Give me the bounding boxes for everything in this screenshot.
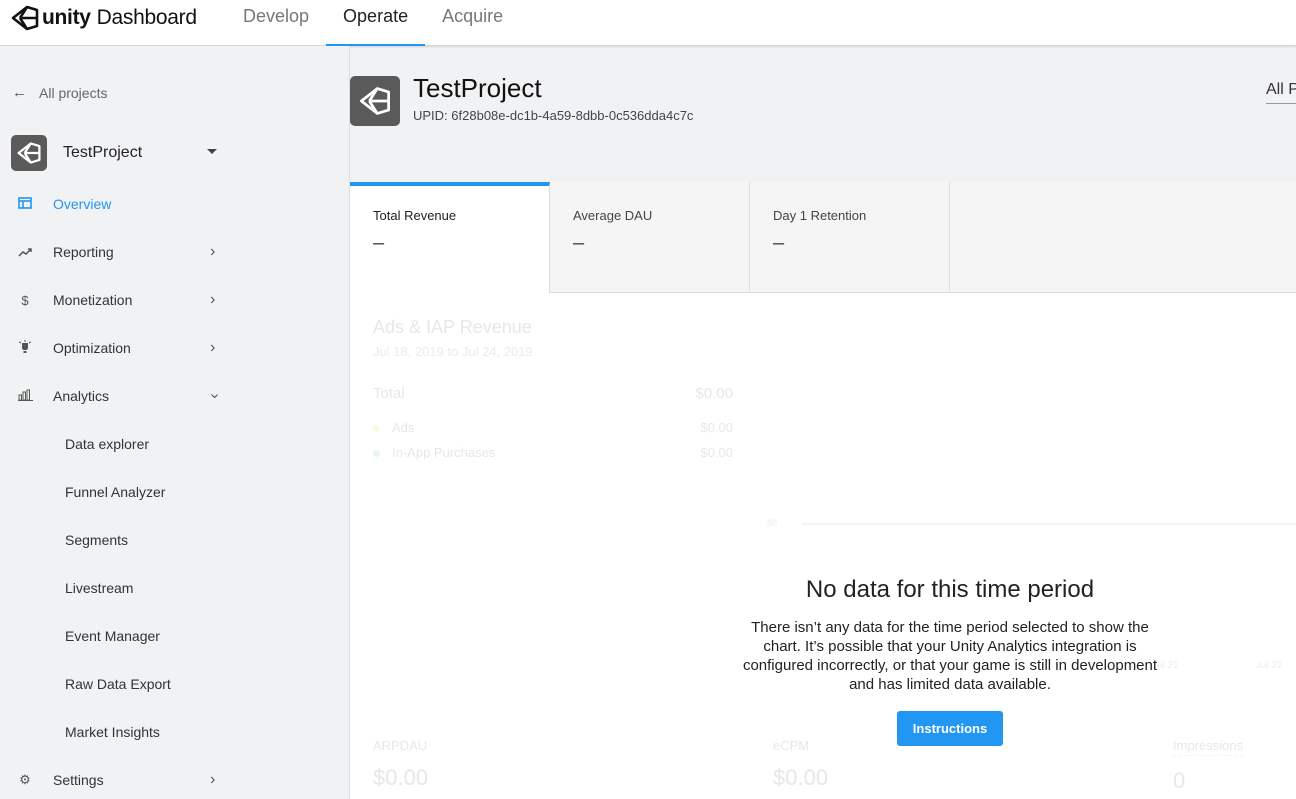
unity-cube-icon — [360, 87, 390, 115]
all-projects-link[interactable]: ← All projects — [12, 84, 107, 101]
sidebar-subitem-raw-data-export[interactable]: Raw Data Export — [0, 660, 240, 708]
legend-dot — [373, 450, 380, 457]
chart-zero-line — [802, 523, 1296, 525]
sidebar-item-label: Overview — [53, 196, 112, 212]
sidebar-subitem-segments[interactable]: Segments — [0, 516, 240, 564]
product-name: Dashboard — [96, 6, 197, 29]
chevron-right-icon: › — [210, 771, 216, 788]
revenue-row-iap: In-App Purchases $0.00 — [373, 445, 733, 460]
revenue-total-value: $0.00 — [695, 385, 733, 402]
main-content: TestProject UPID: 6f28b08e-dc1b-4a59-8db… — [350, 46, 1296, 799]
trending-up-icon — [17, 245, 33, 260]
sidebar-nav: Overview Reporting › $ Monetization › Op… — [0, 180, 240, 799]
metric-label: Impressions — [1173, 738, 1244, 756]
sidebar-item-label: Settings — [53, 772, 104, 788]
sidebar-item-label: Reporting — [53, 244, 114, 260]
tab-operate[interactable]: Operate — [326, 0, 426, 46]
revenue-row-ads: Ads $0.00 — [373, 420, 733, 435]
revenue-total-row: Total $0.00 — [373, 385, 733, 402]
metric-value: $0.00 — [373, 765, 429, 790]
sidebar-subitem-market-insights[interactable]: Market Insights — [0, 708, 240, 756]
project-upid: UPID: 6f28b08e-dc1b-4a59-8dbb-0c536dda4c… — [413, 108, 694, 123]
chevron-right-icon: › — [210, 339, 216, 356]
project-selector[interactable]: TestProject — [11, 134, 223, 172]
sidebar-subitem-funnel-analyzer[interactable]: Funnel Analyzer — [0, 468, 240, 516]
chevron-right-icon: › — [210, 291, 216, 308]
sidebar-item-label: Analytics — [53, 388, 110, 404]
unity-cube-icon — [17, 142, 41, 164]
unity-logo[interactable]: unity Dashboard — [10, 3, 197, 33]
sidebar-subitem-livestream[interactable]: Livestream — [0, 564, 240, 612]
sidebar-item-monetization[interactable]: $ Monetization › — [0, 276, 240, 324]
metric-impressions: Impressions 0 — [1173, 738, 1244, 794]
empty-state-message: There isn’t any data for the time period… — [742, 619, 1158, 693]
dollar-icon: $ — [21, 292, 29, 308]
gear-icon: ⚙ — [19, 772, 31, 787]
top-bar: unity Dashboard Develop Operate Acquire — [0, 0, 1296, 46]
instructions-button[interactable]: Instructions — [896, 711, 1004, 746]
sidebar-item-settings[interactable]: ⚙ Settings › — [0, 756, 240, 799]
empty-state: No data for this time period There isn’t… — [740, 576, 1160, 746]
kpi-label: Day 1 Retention — [773, 208, 867, 223]
chart-axis-label: $0 — [767, 518, 778, 528]
sidebar-item-analytics[interactable]: Analytics › — [0, 372, 240, 420]
chevron-down-icon: › — [206, 393, 224, 399]
kpi-value: – — [573, 232, 585, 254]
page-title: TestProject — [413, 73, 542, 103]
kpi-label: Average DAU — [573, 208, 653, 223]
sidebar-item-label: Monetization — [53, 292, 133, 308]
kpi-tabs: Total Revenue – Average DAU – Day 1 Rete… — [350, 182, 1296, 294]
sidebar-item-optimization[interactable]: Optimization › — [0, 324, 240, 372]
kpi-tab-average-dau[interactable]: Average DAU – — [550, 182, 750, 293]
project-icon — [11, 135, 47, 171]
project-header-icon — [350, 76, 400, 126]
caret-down-icon — [207, 149, 217, 154]
revenue-row-value: $0.00 — [700, 420, 733, 435]
revenue-row-label: Ads — [392, 420, 415, 435]
empty-state-title: No data for this time period — [805, 576, 1095, 603]
platform-filter-dropdown[interactable]: All P — [1266, 81, 1296, 104]
tab-acquire[interactable]: Acquire — [425, 0, 520, 46]
kpi-tab-day1-retention[interactable]: Day 1 Retention – — [750, 182, 950, 293]
revenue-panel: Ads & IAP Revenue Jul 18, 2019 to Jul 24… — [350, 293, 1296, 799]
revenue-date-range: Jul 18, 2019 to Jul 24, 2019 — [373, 344, 533, 359]
sidebar-item-reporting[interactable]: Reporting › — [0, 228, 240, 276]
metric-label: ARPDAU — [373, 738, 428, 753]
brand-name: unity — [42, 6, 91, 29]
kpi-label: Total Revenue — [373, 208, 457, 223]
chevron-right-icon: › — [210, 243, 216, 260]
revenue-title: Ads & IAP Revenue — [373, 317, 532, 337]
lightbulb-icon — [17, 339, 33, 357]
sidebar-subitem-data-explorer[interactable]: Data explorer — [0, 420, 240, 468]
tab-develop[interactable]: Develop — [226, 0, 326, 46]
all-projects-label: All projects — [39, 84, 108, 101]
sidebar: ← All projects TestProject Overview Repo… — [0, 46, 350, 799]
project-name: TestProject — [63, 144, 143, 161]
legend-dot — [373, 425, 380, 432]
unity-cube-icon — [11, 5, 39, 31]
kpi-tab-total-revenue[interactable]: Total Revenue – — [350, 182, 550, 294]
revenue-row-label: In-App Purchases — [392, 445, 496, 460]
kpi-value: – — [773, 232, 785, 254]
revenue-total-label: Total — [373, 385, 405, 402]
bar-chart-icon — [17, 389, 33, 404]
arrow-left-icon: ← — [12, 84, 27, 101]
chart-x-label: Jul 22 — [1256, 660, 1283, 671]
metric-value: 0 — [1173, 768, 1186, 793]
metric-value: $0.00 — [773, 765, 829, 790]
top-nav: Develop Operate Acquire — [226, 0, 520, 46]
revenue-row-value: $0.00 — [700, 445, 733, 460]
dashboard-icon — [17, 196, 33, 212]
sidebar-subitem-event-manager[interactable]: Event Manager — [0, 612, 240, 660]
sidebar-item-overview[interactable]: Overview — [0, 180, 240, 228]
sidebar-item-label: Optimization — [53, 340, 131, 356]
kpi-value: – — [373, 232, 385, 254]
metric-arpdau: ARPDAU $0.00 — [373, 738, 428, 791]
